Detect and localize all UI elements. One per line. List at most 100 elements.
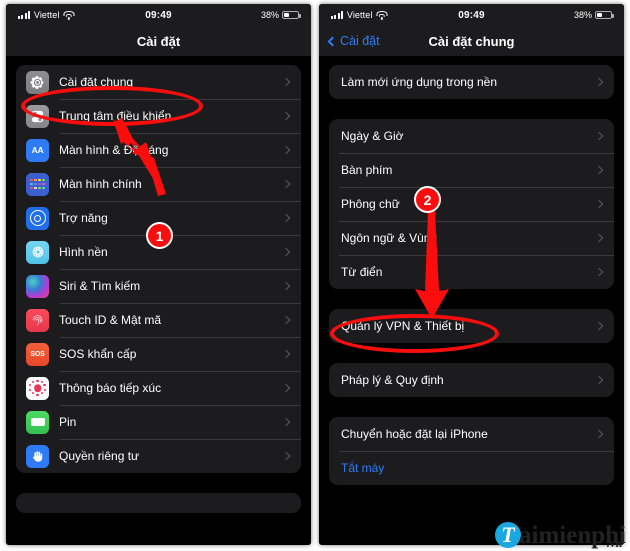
sidebar-item-label: Pin (59, 415, 77, 429)
accessibility-icon (26, 206, 49, 230)
sidebar-item-label: SOS khẩn cấp (59, 347, 137, 361)
settings-group-vpn: Quản lý VPN & Thiết bị (329, 309, 614, 343)
page-title: Cài đặt (136, 33, 181, 49)
chevron-right-icon (281, 451, 291, 461)
list-item-label: Pháp lý & Quy định (341, 373, 444, 387)
chevron-right-icon (281, 77, 291, 87)
watermark-taimienphi: T aimienphi .vn (495, 522, 626, 550)
list-item-label: Tắt máy (341, 461, 385, 475)
list-item-language-region[interactable]: Ngôn ngữ & Vùng (329, 221, 614, 255)
touch-id-icon (26, 308, 49, 332)
chevron-right-icon (594, 375, 604, 385)
chevron-left-icon (327, 36, 338, 46)
phone-frame-left: Viettel 09:49 38% Cài đặt Cài đặt chung … (6, 4, 311, 545)
display-brightness-icon: AA (26, 138, 49, 162)
sidebar-item-label: Màn hình & Độ sáng (59, 143, 169, 157)
sidebar-item-label: Siri & Tìm kiếm (59, 279, 141, 293)
list-item-date-time[interactable]: Ngày & Giờ (329, 119, 614, 153)
chevron-right-icon (281, 281, 291, 291)
sidebar-item-label: Trung tâm điều khiển (59, 109, 172, 123)
list-item-shut-down[interactable]: Tắt máy (329, 451, 614, 485)
control-center-icon (26, 104, 49, 128)
list-item-label: Phông chữ (341, 197, 400, 211)
battery-icon (595, 10, 614, 20)
chevron-right-icon (281, 315, 291, 325)
sidebar-item-label: Touch ID & Mật mã (59, 313, 162, 327)
settings-group-main: Cài đặt chung Trung tâm điều khiển AA Mà… (16, 65, 301, 473)
left-phone-screenshot: Viettel 09:49 38% Cài đặt Cài đặt chung … (6, 4, 311, 545)
list-item-label: Ngày & Giờ (341, 129, 404, 143)
sidebar-item-home-screen[interactable]: Màn hình chính (16, 167, 301, 201)
watermark-logo-icon: T (495, 522, 522, 548)
sidebar-item-wallpaper[interactable]: Hình nền (16, 235, 301, 269)
chevron-right-icon (281, 145, 291, 155)
sidebar-item-privacy[interactable]: Quyền riêng tư (16, 439, 301, 473)
battery-settings-icon (26, 410, 49, 434)
nav-bar-right: Cài đặt Cài đặt chung (319, 26, 624, 56)
home-screen-icon (26, 172, 49, 196)
list-top-spacer (319, 56, 624, 65)
status-bar-left: Viettel 09:49 38% (6, 4, 311, 26)
sidebar-item-battery[interactable]: Pin (16, 405, 301, 439)
sidebar-item-label: Quyền riêng tư (59, 449, 140, 463)
sidebar-item-emergency-sos[interactable]: SOS SOS khẩn cấp (16, 337, 301, 371)
list-item-label: Quản lý VPN & Thiết bị (341, 319, 465, 333)
settings-group-locale: Ngày & Giờ Bàn phím Phông chữ Ngôn ngữ &… (329, 119, 614, 289)
sidebar-item-touch-id[interactable]: Touch ID & Mật mã (16, 303, 301, 337)
right-phone-screenshot: Viettel 09:49 38% Cài đặt Cài đặt chung (319, 4, 624, 545)
sidebar-item-label: Màn hình chính (59, 177, 142, 191)
list-item-legal-regulatory[interactable]: Pháp lý & Quy định (329, 363, 614, 397)
chevron-right-icon (281, 213, 291, 223)
list-item-background-app-refresh[interactable]: Làm mới ứng dụng trong nền (329, 65, 614, 99)
sidebar-item-control-center[interactable]: Trung tâm điều khiển (16, 99, 301, 133)
chevron-right-icon (594, 165, 604, 175)
list-item-keyboard[interactable]: Bàn phím (329, 153, 614, 187)
sidebar-item-accessibility[interactable]: Trợ năng (16, 201, 301, 235)
chevron-right-icon (594, 131, 604, 141)
list-bottom-spacer (6, 473, 311, 493)
chevron-right-icon (281, 417, 291, 427)
settings-list-right: Làm mới ứng dụng trong nền Ngày & Giờ Bà… (319, 56, 624, 545)
privacy-hand-icon (26, 444, 49, 468)
sos-icon: SOS (26, 342, 49, 366)
back-button[interactable]: Cài đặt (327, 34, 380, 48)
chevron-right-icon (594, 429, 604, 439)
status-bar-right: Viettel 09:49 38% (319, 4, 624, 26)
phone-frame-right: Viettel 09:49 38% Cài đặt Cài đặt chung (319, 4, 624, 545)
sidebar-item-exposure-notifications[interactable]: Thông báo tiếp xúc (16, 371, 301, 405)
chevron-right-icon (594, 267, 604, 277)
status-clock: 09:49 (145, 9, 172, 21)
screenshot-stage: Viettel 09:49 38% Cài đặt Cài đặt chung … (0, 0, 630, 550)
chevron-right-icon (281, 111, 291, 121)
list-item-label: Chuyển hoặc đặt lại iPhone (341, 427, 488, 441)
gear-icon (26, 70, 49, 94)
chevron-right-icon (594, 321, 604, 331)
chevron-right-icon (281, 247, 291, 257)
list-item-fonts[interactable]: Phông chữ (329, 187, 614, 221)
chevron-right-icon (281, 383, 291, 393)
sidebar-item-siri-search[interactable]: Siri & Tìm kiếm (16, 269, 301, 303)
list-item-dictionary[interactable]: Từ điển (329, 255, 614, 289)
chevron-right-icon (594, 233, 604, 243)
status-clock: 09:49 (458, 9, 485, 21)
chevron-right-icon (594, 199, 604, 209)
siri-icon (26, 274, 49, 298)
list-item-vpn-device-management[interactable]: Quản lý VPN & Thiết bị (329, 309, 614, 343)
sidebar-item-label: Hình nền (59, 245, 108, 259)
list-item-label: Làm mới ứng dụng trong nền (341, 75, 497, 89)
sidebar-item-display-brightness[interactable]: AA Màn hình & Độ sáng (16, 133, 301, 167)
list-item-transfer-reset-iphone[interactable]: Chuyển hoặc đặt lại iPhone (329, 417, 614, 451)
exposure-notification-icon (26, 376, 49, 400)
chevron-right-icon (281, 349, 291, 359)
list-item-label: Từ điển (341, 265, 383, 279)
settings-group-background-refresh: Làm mới ứng dụng trong nền (329, 65, 614, 99)
battery-icon (282, 10, 301, 20)
sidebar-item-label: Cài đặt chung (59, 75, 134, 89)
nav-bar-left: Cài đặt (6, 26, 311, 56)
sidebar-item-general[interactable]: Cài đặt chung (16, 65, 301, 99)
wallpaper-icon (26, 240, 49, 264)
